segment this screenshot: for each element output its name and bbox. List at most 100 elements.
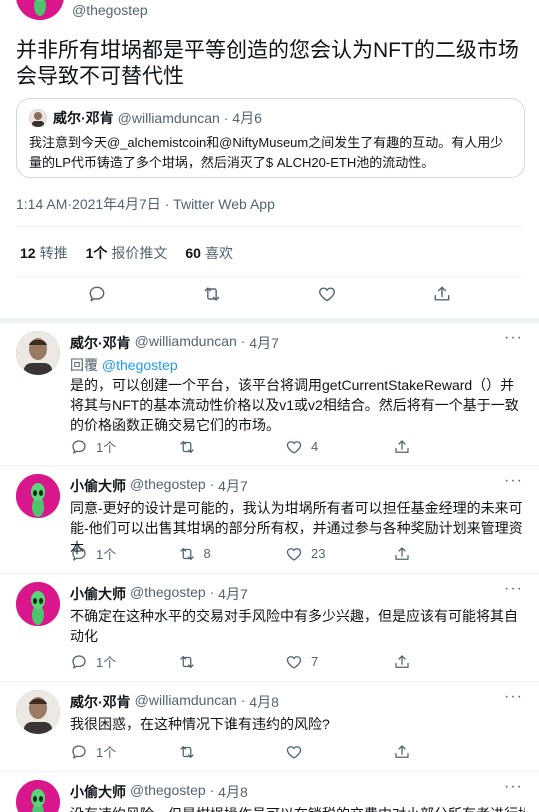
share-button[interactable] xyxy=(393,652,501,671)
quoted-author-name[interactable]: 威尔·邓肯 xyxy=(53,108,114,128)
reply-author-name[interactable]: 小偷大师 xyxy=(70,476,126,496)
reply-actions: 1个 7 xyxy=(70,652,500,671)
likes-count: 60 xyxy=(185,245,201,261)
like-button[interactable]: 4 xyxy=(285,437,393,456)
more-icon[interactable]: ··· xyxy=(504,688,523,706)
replying-to: 回覆 @thegostep xyxy=(70,355,178,375)
quoted-tweet-header: 威尔·邓肯 @williamduncan · 4月6 xyxy=(29,109,512,127)
reply-author-handle[interactable]: @thegostep xyxy=(130,782,206,802)
reply-author-handle[interactable]: @williamduncan xyxy=(135,333,237,353)
reply-text: 没有违约风险，但是坩埚操作员可以在锁税的交费中对小部分所有者进行操 xyxy=(70,804,525,812)
reply-tweet[interactable]: 小偷大师 @thegostep · 4月7 ··· 同意-更好的设计是可能的，我… xyxy=(0,466,539,574)
reply-author-handle[interactable]: @thegostep xyxy=(130,476,206,496)
quoted-dot: · xyxy=(219,110,233,126)
reply-button[interactable]: 1个 xyxy=(70,544,178,563)
reply-avatar[interactable] xyxy=(16,780,60,812)
retweet-icon[interactable] xyxy=(202,284,222,304)
quotes-stat[interactable]: 1个 报价推文 xyxy=(86,243,168,263)
replying-to-handle[interactable]: @thegostep xyxy=(102,357,178,373)
share-button[interactable] xyxy=(393,437,501,456)
like-icon xyxy=(285,438,303,456)
like-count: 4 xyxy=(311,439,319,454)
reply-dot: · xyxy=(205,782,219,798)
reply-date[interactable]: 4月7 xyxy=(218,476,248,496)
retweet-button[interactable] xyxy=(178,742,286,761)
reply-actions: 1个 xyxy=(70,742,500,761)
more-icon[interactable]: ··· xyxy=(504,329,523,347)
reply-button[interactable]: 1个 xyxy=(70,742,178,761)
reply-icon xyxy=(70,743,88,761)
likes-stat[interactable]: 60 喜欢 xyxy=(185,243,233,263)
retweet-count: 8 xyxy=(203,546,211,561)
retweets-count: 12 xyxy=(20,245,36,261)
share-icon[interactable] xyxy=(432,284,452,304)
more-icon[interactable]: ··· xyxy=(504,580,523,598)
like-button[interactable] xyxy=(285,742,393,761)
quoted-date[interactable]: 4月6 xyxy=(232,108,262,128)
reply-date[interactable]: 4月7 xyxy=(249,333,279,353)
retweet-icon xyxy=(178,653,196,671)
reply-icon[interactable] xyxy=(87,284,107,304)
reply-count: 1个 xyxy=(96,745,117,760)
reply-author-handle[interactable]: @thegostep xyxy=(130,584,206,604)
reply-author-name[interactable]: 小偷大师 xyxy=(70,782,126,802)
like-count: 7 xyxy=(311,654,319,669)
reply-header: 小偷大师 @thegostep · 4月8 xyxy=(70,782,248,802)
reply-date[interactable]: 4月8 xyxy=(218,782,248,802)
tweet-timestamp[interactable]: 1:14 AM·2021年4月7日 · Twitter Web App xyxy=(16,194,275,214)
reply-avatar[interactable] xyxy=(16,331,60,375)
man-avatar-icon xyxy=(16,690,60,734)
man-avatar-icon xyxy=(29,109,47,127)
reply-tweet[interactable]: 小偷大师 @thegostep · 4月7 ··· 不确定在这种水平的交易对手风… xyxy=(0,574,539,682)
reply-text: 不确定在这种水平的交易对手风险中有多少兴趣，但是应该有可能将其自动化 xyxy=(70,608,518,644)
reply-date[interactable]: 4月7 xyxy=(218,584,248,604)
reply-dot: · xyxy=(205,476,219,492)
retweets-stat[interactable]: 12 转推 xyxy=(20,243,68,263)
quotes-count: 1个 xyxy=(85,245,108,261)
reply-tweet[interactable]: 威尔·邓肯 @williamduncan · 4月8 ··· 我很困惑，在这种情… xyxy=(0,682,539,772)
reply-button[interactable]: 1个 xyxy=(70,652,178,671)
author-handle[interactable]: @thegostep xyxy=(72,2,148,18)
more-icon[interactable]: ··· xyxy=(504,472,523,490)
reply-author-name[interactable]: 威尔·邓肯 xyxy=(70,692,131,712)
reply-avatar[interactable] xyxy=(16,474,60,518)
reply-date[interactable]: 4月8 xyxy=(249,692,279,712)
reply-author-name[interactable]: 威尔·邓肯 xyxy=(70,333,131,353)
share-icon xyxy=(393,653,411,671)
retweet-button[interactable] xyxy=(178,652,286,671)
quoted-tweet[interactable]: 威尔·邓肯 @williamduncan · 4月6 我注意到今天@_alche… xyxy=(16,98,525,178)
reply-button[interactable]: 1个 xyxy=(70,437,178,456)
reply-header: 威尔·邓肯 @williamduncan · 4月7 xyxy=(70,333,279,353)
reply-tweet[interactable]: 威尔·邓肯 @williamduncan · 4月7 ··· 回覆 @thego… xyxy=(0,323,539,466)
quoted-author-handle[interactable]: @williamduncan xyxy=(118,110,220,126)
share-button[interactable] xyxy=(393,544,501,563)
more-icon[interactable]: ··· xyxy=(504,778,523,796)
share-button[interactable] xyxy=(393,742,501,761)
share-icon xyxy=(393,743,411,761)
reply-count: 1个 xyxy=(96,440,117,455)
reply-author-handle[interactable]: @williamduncan xyxy=(135,692,237,712)
like-button[interactable]: 7 xyxy=(285,652,393,671)
reply-text: 是的，可以创建一个平台，该平台将调用getCurrentStakeReward（… xyxy=(70,377,519,433)
alien-avatar-icon xyxy=(16,582,60,626)
retweet-button[interactable]: 8 xyxy=(178,544,286,563)
reply-tweet[interactable]: 小偷大师 @thegostep · 4月8 ··· 没有违约风险，但是坩埚操作员… xyxy=(0,772,539,812)
author-avatar[interactable] xyxy=(16,0,64,20)
divider xyxy=(16,276,523,277)
reply-author-name[interactable]: 小偷大师 xyxy=(70,584,126,604)
like-icon[interactable] xyxy=(317,284,337,304)
like-icon xyxy=(285,653,303,671)
reply-icon xyxy=(70,653,88,671)
reply-avatar[interactable] xyxy=(16,582,60,626)
like-button[interactable]: 23 xyxy=(285,544,393,563)
alien-avatar-icon xyxy=(16,474,60,518)
reply-dot: · xyxy=(205,584,219,600)
retweet-button[interactable] xyxy=(178,437,286,456)
man-avatar-icon xyxy=(16,331,60,375)
retweets-label: 转推 xyxy=(39,245,68,261)
reply-header: 小偷大师 @thegostep · 4月7 xyxy=(70,476,248,496)
tweet-text: 并非所有坩埚都是平等创造的您会认为NFT的二级市场会导致不可替代性 xyxy=(16,39,519,88)
quoted-author-avatar[interactable] xyxy=(29,109,47,127)
reply-header: 小偷大师 @thegostep · 4月7 xyxy=(70,584,248,604)
reply-avatar[interactable] xyxy=(16,690,60,734)
